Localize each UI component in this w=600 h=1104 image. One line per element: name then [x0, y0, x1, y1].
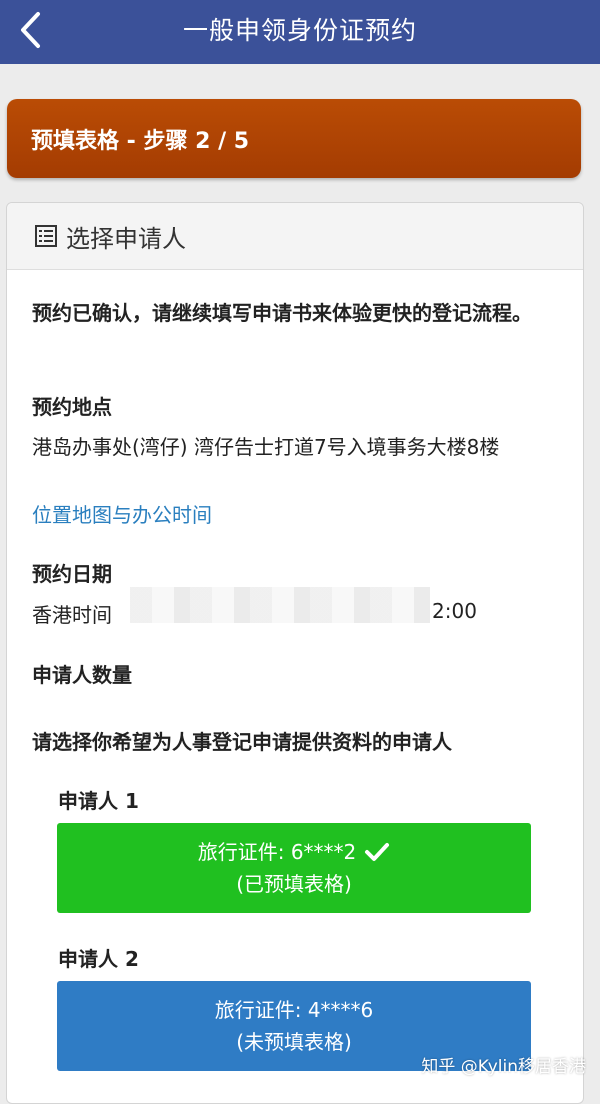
- list-icon: [34, 224, 58, 248]
- card-title: 选择申请人: [66, 224, 186, 253]
- applicant-2-doc: 旅行证件: 4****6: [214, 998, 374, 1022]
- applicant-2-status: (未预填表格): [236, 1030, 352, 1054]
- date-prefix: 香港时间: [32, 603, 112, 627]
- watermark: 知乎 @Kylin移居香港: [421, 1057, 586, 1077]
- location-map-link[interactable]: 位置地图与办公时间: [32, 499, 212, 528]
- applicant-1-doc-row: 旅行证件: 6****2: [198, 836, 391, 868]
- top-app-bar: 一般申领身份证预约: [0, 0, 600, 64]
- card-header: 选择申请人: [7, 203, 583, 270]
- location-label: 预约地点: [32, 395, 112, 419]
- location-value: 港岛办事处(湾仔) 湾仔告士打道7号入境事务大楼8楼: [32, 435, 500, 459]
- checkmark-icon: [365, 843, 390, 861]
- confirmation-message: 预约已确认，请继续填写申请书来体验更快的登记流程。: [32, 301, 532, 325]
- selection-instruction: 请选择你希望为人事登记申请提供资料的申请人: [32, 730, 452, 754]
- applicant-1-button[interactable]: 旅行证件: 6****2 (已预填表格): [57, 823, 531, 913]
- applicant-1-status: (已预填表格): [236, 872, 352, 896]
- redacted-date: [130, 587, 430, 623]
- step-progress-bar: 预填表格 - 步骤 2 / 5: [7, 99, 581, 178]
- applicant-2-label: 申请人 2: [58, 947, 139, 971]
- step-label: 预填表格 - 步骤 2 / 5: [31, 128, 250, 154]
- date-time: 2:00: [432, 599, 477, 623]
- applicant-1-label: 申请人 1: [58, 789, 139, 813]
- page-title: 一般申领身份证预约: [182, 16, 417, 45]
- applicant-count-label: 申请人数量: [32, 663, 132, 687]
- applicant-1-doc: 旅行证件: 6****2: [197, 840, 357, 864]
- date-label: 预约日期: [32, 562, 112, 586]
